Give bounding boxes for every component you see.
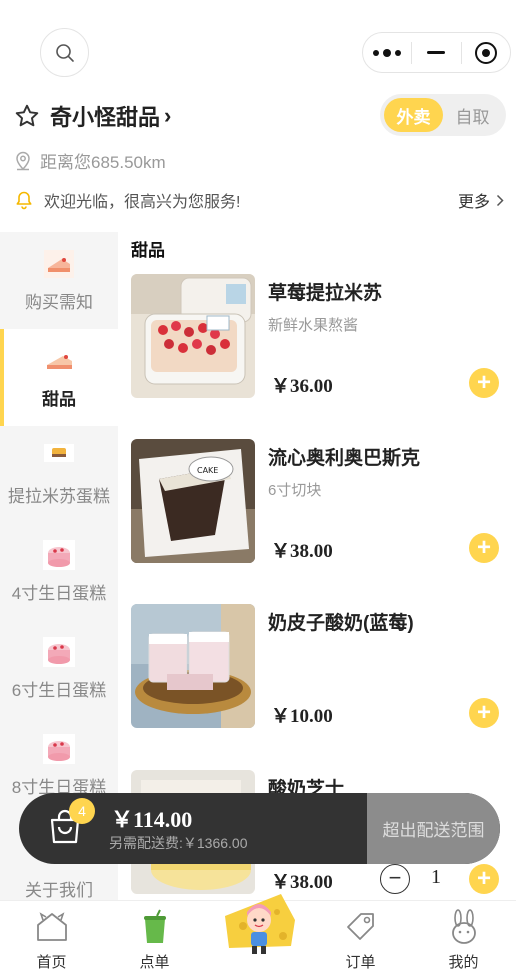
sidebar-item-desserts[interactable]: 甜品 [0,329,118,426]
item-quantity: 1 [431,866,441,888]
decrease-quantity-button[interactable]: − [380,864,410,894]
cart-total: ￥114.00 [111,807,193,832]
house-icon [37,912,67,941]
more-menu-button[interactable] [363,33,411,72]
tab-orders[interactable]: 订单 [309,901,412,976]
product-image: CAKE [131,439,255,563]
store-chevron-icon[interactable]: › [164,103,171,129]
mini-program-capsule [362,32,511,73]
product-price: ￥36.00 [271,376,333,397]
add-to-cart-button[interactable]: + [469,533,499,563]
product-price: ￥10.00 [271,706,333,727]
delivery-fee-note: 另需配送费:￥1366.00 [109,835,248,851]
bell-icon [16,191,32,210]
sidebar-item-6inch-cake[interactable]: 6寸生日蛋糕 [0,620,118,717]
product-image [131,604,255,728]
cart-summary[interactable]: 4 ￥114.00 另需配送费:￥1366.00 [19,793,367,864]
tab-label: 订单 [345,954,376,971]
product-desc: 6寸切块 [268,482,322,499]
tag-icon [347,913,374,940]
target-close-icon [474,41,497,64]
product-name: 奶皮子酸奶(蓝莓) [268,613,414,634]
mode-delivery[interactable]: 外卖 [384,98,443,132]
product-name: 草莓提拉米苏 [268,283,383,304]
star-icon[interactable] [14,103,40,129]
list-item[interactable]: 奶皮子酸奶(蓝莓) ￥10.00 + [131,604,511,730]
cake-slice-icon [47,355,72,369]
more-dots-icon [373,48,402,57]
store-header: 奇小怪甜品 › 外卖 自取 [14,94,506,136]
sidebar-item-4inch-cake[interactable]: 4寸生日蛋糕 [0,523,118,620]
mode-pickup[interactable]: 自取 [443,98,502,132]
tiramisu-icon [44,444,74,462]
birthday-cake-icon [43,734,75,764]
product-price: ￥38.00 [271,541,333,562]
sidebar-item-label: 购买需知 [25,293,93,312]
birthday-cake-icon [43,540,75,570]
tab-order-menu[interactable]: 点单 [103,901,206,976]
search-icon [55,43,74,62]
minimize-button[interactable] [412,33,460,72]
sidebar-item-label: 4寸生日蛋糕 [11,584,107,603]
list-item[interactable]: 草莓提拉米苏 新鲜水果熬酱 ￥36.00 + [131,274,511,400]
sidebar-item-label: 甜品 [42,390,76,409]
add-to-cart-button[interactable]: + [469,698,499,728]
product-desc: 新鲜水果熬酱 [268,317,359,334]
close-button[interactable] [462,33,510,72]
store-name[interactable]: 奇小怪甜品 [50,100,160,132]
notice-more-link[interactable]: 更多 [458,188,504,212]
distance-row: 距离您685.50km [14,148,166,173]
mascot-icon[interactable] [221,886,297,962]
sidebar-item-label: 关于我们 [25,881,93,900]
search-button[interactable] [40,28,89,77]
chevron-right-icon [496,194,504,206]
tab-profile[interactable]: 我的 [412,901,515,976]
tab-home[interactable]: 首页 [0,901,103,976]
top-bar [0,0,516,90]
minimize-icon [427,51,446,54]
tab-label: 点单 [139,954,170,971]
add-to-cart-button[interactable]: + [469,864,499,894]
sidebar-item-label: 6寸生日蛋糕 [11,681,107,700]
bunny-icon [452,909,476,944]
section-title: 甜品 [131,241,165,260]
product-name: 流心奥利奥巴斯克 [268,448,421,469]
delivery-mode-toggle[interactable]: 外卖 自取 [380,94,506,136]
svg-text:CAKE: CAKE [197,466,218,475]
distance-text: 距离您685.50km [40,153,166,172]
sidebar-item-purchase-notes[interactable]: 购买需知 [0,232,118,329]
notice-text: 欢迎光临，很高兴为您服务! [44,194,241,211]
cart-bar: 4 ￥114.00 另需配送费:￥1366.00 超出配送范围 [19,793,500,864]
checkout-disabled-button[interactable]: 超出配送范围 [367,793,500,864]
birthday-cake-icon [43,637,75,667]
tab-label: 我的 [448,954,479,971]
notice-row: 欢迎光临，很高兴为您服务! 更多 [14,188,504,212]
more-label: 更多 [457,194,490,211]
list-item[interactable]: CAKE 流心奥利奥巴斯克 6寸切块 ￥38.00 + [131,439,511,565]
product-image [131,274,255,398]
cart-count-badge: 4 [69,798,95,824]
tab-label: 首页 [36,954,67,971]
sidebar-item-label: 提拉米苏蛋糕 [8,487,110,506]
sidebar-item-tiramisu[interactable]: 提拉米苏蛋糕 [0,426,118,523]
drink-cup-icon [144,909,166,943]
cake-slice-icon [44,250,74,278]
add-to-cart-button[interactable]: + [469,368,499,398]
location-pin-icon [16,151,30,170]
